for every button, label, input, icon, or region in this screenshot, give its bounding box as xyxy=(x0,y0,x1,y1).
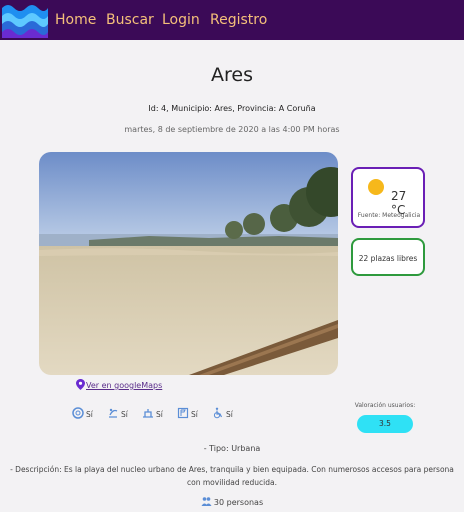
beach-info: Id: 4, Municipio: Ares, Provincia: A Cor… xyxy=(148,104,316,113)
amenity-accessible: Sí xyxy=(212,407,233,419)
nav-search-link[interactable]: Buscar xyxy=(106,12,154,28)
shower-icon xyxy=(109,408,118,418)
beach-type: - Tipo: Urbana xyxy=(203,444,261,453)
amenity-shower: Sí xyxy=(107,407,128,419)
sun-icon xyxy=(368,179,384,195)
nav-register-link[interactable]: Registro xyxy=(210,12,267,28)
parking-availability: 22 plazas libres xyxy=(358,254,418,263)
logo-icon[interactable] xyxy=(2,2,48,38)
beach-capacity: 30 personas xyxy=(0,496,464,507)
nav-home-link[interactable]: Home xyxy=(55,12,96,28)
amenity-value: Sí xyxy=(191,410,198,419)
weather-card: 27 °C Fuente: Meteogalicia xyxy=(351,167,425,228)
google-maps-link[interactable]: Ver en googleMaps xyxy=(76,379,162,390)
flag-icon xyxy=(177,407,189,419)
forecast-datetime: martes, 8 de septiembre de 2020 a las 4:… xyxy=(124,125,340,134)
beach-description: - Descripción: Es la playa del nucleo ur… xyxy=(0,463,464,489)
amenity-value: Sí xyxy=(156,410,163,419)
nav-login-link[interactable]: Login xyxy=(162,12,200,28)
capacity-value: 30 personas xyxy=(213,498,264,507)
amenity-restroom: Sí xyxy=(142,407,163,419)
amenity-value: Sí xyxy=(86,410,93,419)
map-pin-icon xyxy=(76,379,85,390)
rating-label: Valoración usuarios: xyxy=(354,402,416,409)
amenity-lifeguard: Sí xyxy=(72,407,93,419)
amenity-flag: Sí xyxy=(177,407,198,419)
weather-source: Fuente: Meteogalicia xyxy=(357,212,421,219)
beach-photo xyxy=(39,152,338,375)
restroom-icon xyxy=(143,409,153,418)
lifeguard-icon xyxy=(72,407,84,419)
navbar: Home Buscar Login Registro xyxy=(0,0,464,40)
description-line: - Descripción: Es la playa del nucleo ur… xyxy=(10,465,454,474)
rating-badge: 3.5 xyxy=(357,415,413,433)
amenity-value: Sí xyxy=(226,410,233,419)
wheelchair-icon xyxy=(213,407,223,419)
amenity-value: Sí xyxy=(121,410,128,419)
description-line: con movilidad reducida. xyxy=(187,478,277,487)
maps-link-label: Ver en googleMaps xyxy=(86,381,163,390)
page-title: Ares xyxy=(211,64,253,86)
parking-card: 22 plazas libres xyxy=(351,238,425,276)
people-icon xyxy=(201,497,212,506)
